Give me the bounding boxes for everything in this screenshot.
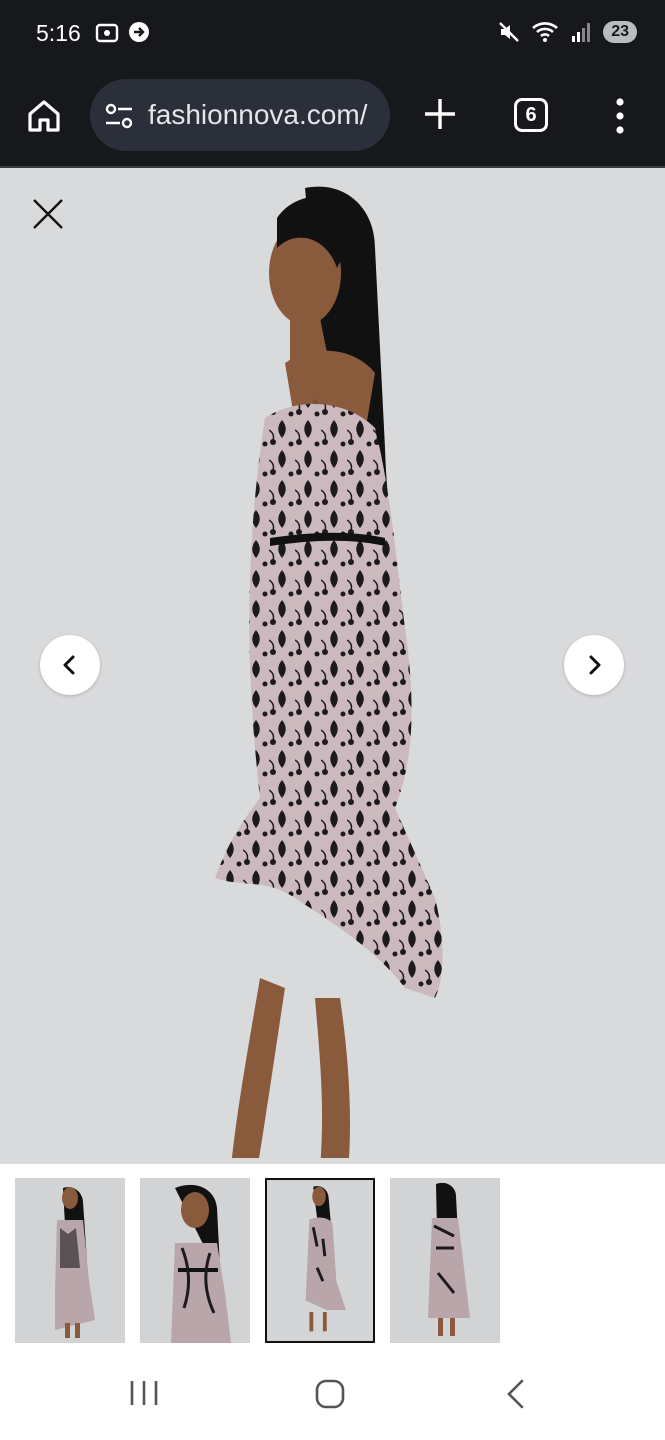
chevron-right-icon — [589, 655, 601, 675]
status-right-icons: 23 — [497, 20, 637, 44]
tabs-icon[interactable]: 6 — [514, 98, 548, 132]
thumbnail-photo — [140, 1178, 250, 1343]
product-thumbnail[interactable] — [390, 1178, 500, 1343]
recents-icon[interactable] — [128, 1378, 160, 1408]
screenshot-icon — [95, 23, 119, 43]
status-bar: 5:16 23 — [0, 0, 665, 68]
close-icon[interactable] — [30, 196, 66, 232]
thumbnail-photo — [15, 1178, 125, 1343]
system-navigation-bar — [0, 1354, 665, 1440]
address-bar[interactable]: fashionnova.com/ — [90, 79, 390, 151]
url-text[interactable]: fashionnova.com/ — [148, 99, 378, 131]
status-left-icons — [94, 20, 152, 46]
product-image-viewer[interactable] — [0, 168, 665, 1164]
thumbnail-photo — [267, 1181, 373, 1340]
product-thumbnail[interactable] — [15, 1178, 125, 1343]
next-image-button[interactable] — [564, 635, 624, 695]
wifi-icon — [532, 22, 559, 42]
mute-icon — [499, 22, 520, 42]
status-time: 5:16 — [36, 20, 81, 46]
battery-level: 23 — [603, 21, 637, 43]
previous-image-button[interactable] — [40, 635, 100, 695]
home-icon[interactable] — [24, 96, 64, 136]
message-icon — [129, 22, 149, 42]
more-vert-icon[interactable] — [612, 96, 628, 136]
back-icon[interactable] — [502, 1378, 530, 1410]
thumbnail-strip — [0, 1164, 665, 1354]
product-photo — [215, 186, 443, 1158]
browser-toolbar: fashionnova.com/ 6 — [0, 68, 665, 168]
site-settings-icon[interactable] — [104, 103, 134, 129]
thumbnail-photo — [390, 1178, 500, 1343]
product-thumbnail-selected[interactable] — [265, 1178, 375, 1343]
home-icon[interactable] — [314, 1378, 346, 1410]
signal-icon — [572, 23, 591, 42]
product-thumbnail[interactable] — [140, 1178, 250, 1343]
tab-count: 6 — [525, 103, 537, 126]
plus-icon[interactable] — [422, 96, 458, 132]
chevron-left-icon — [63, 655, 75, 675]
